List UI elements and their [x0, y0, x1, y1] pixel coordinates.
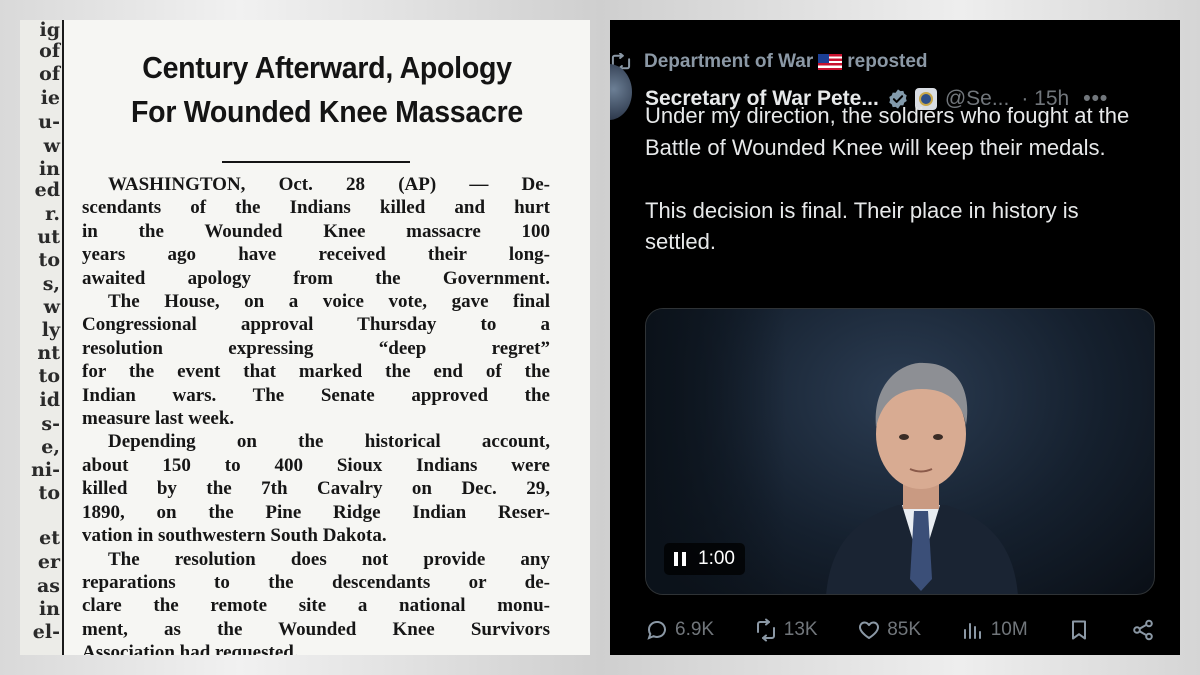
margin-fragment: er — [37, 551, 60, 573]
article-line: resolution expressing “deep regret” — [82, 337, 550, 359]
article-line: Indian wars. The Senate approved the — [82, 384, 550, 406]
margin-fragment: id — [39, 389, 60, 411]
margin-fragment: u- — [38, 111, 60, 133]
article-line: scendants of the Indians killed and hurt — [82, 197, 550, 219]
margin-fragment: ly — [41, 319, 60, 341]
video-controls[interactable]: 1:00 — [664, 543, 745, 575]
newspaper-clipping: ig of of ie u- w in ed r. ut to s, w ly … — [20, 20, 590, 655]
view-count: 10M — [990, 619, 1028, 640]
article-line: Congressional approval Thursday to a — [82, 314, 550, 336]
margin-fragment: to — [38, 365, 60, 387]
like-count: 85K — [887, 619, 922, 640]
article-line: The House, on a voice vote, gave final — [108, 291, 550, 313]
pause-icon[interactable] — [674, 552, 686, 566]
article-line: ment, as the Wounded Knee Survivors — [82, 618, 550, 640]
article-line: reparations to the descendants or de- — [82, 571, 550, 593]
tweet-action-bar: 6.9K 13K 85K 10M — [645, 616, 1155, 644]
headline-line: For Wounded Knee Massacre — [131, 94, 523, 129]
margin-fragment: nt — [37, 342, 60, 364]
repost-context[interactable]: Department of War reposted — [610, 50, 928, 74]
margin-fragment: s- — [41, 413, 60, 435]
margin-fragment: to — [38, 482, 60, 504]
article-line: clare the remote site a national monu- — [82, 595, 550, 617]
tweet-paragraph: This decision is final. Their place in h… — [645, 197, 1079, 255]
analytics-icon — [963, 623, 981, 639]
margin-fragment: of — [39, 40, 60, 62]
article-line: years ago have received their long- — [82, 244, 550, 266]
repost-count: 13K — [783, 619, 818, 640]
article-line: in the Wounded Knee massacre 100 — [82, 220, 550, 242]
margin-fragment: of — [39, 63, 60, 85]
margin-fragment: s, — [42, 273, 60, 295]
margin-fragment: to — [38, 249, 60, 271]
share-button[interactable] — [1131, 618, 1155, 642]
article-line: about 150 to 400 Sioux Indians were — [82, 454, 550, 476]
adjacent-column-fragment: ig of of ie u- w in ed r. ut to s, w ly … — [20, 20, 64, 655]
article-line: awaited apology from the Government. — [82, 267, 550, 289]
views-button[interactable]: 10M — [961, 618, 1028, 642]
margin-fragment: e, — [41, 436, 60, 458]
repost-label: reposted — [847, 51, 928, 72]
us-flag-icon — [818, 54, 843, 70]
headline-line: Century Afterward, Apology — [142, 50, 512, 85]
article-line: Depending on the historical account, — [108, 431, 550, 453]
share-icon — [1133, 619, 1153, 641]
margin-fragment: el- — [32, 621, 60, 643]
margin-fragment: ed — [34, 179, 60, 201]
article-line: WASHINGTON, Oct. 28 (AP) — De- — [108, 174, 550, 195]
video-duration: 1:00 — [698, 548, 735, 569]
margin-fragment: w — [43, 296, 60, 318]
article-line: The resolution does not provide any — [108, 548, 550, 570]
margin-fragment: ie — [40, 87, 60, 109]
video-player[interactable]: 1:00 — [645, 308, 1155, 595]
margin-fragment: et — [39, 527, 60, 549]
margin-fragment: ut — [37, 226, 60, 248]
tweet-paragraph: Under my direction, the soldiers who fou… — [645, 103, 1130, 160]
article-line: killed by the 7th Cavalry on Dec. 29, — [82, 478, 550, 500]
repost-account-name[interactable]: Department of War — [644, 51, 813, 73]
like-button[interactable]: 85K — [857, 618, 921, 642]
article-line: measure last week. — [82, 408, 235, 430]
reply-icon — [647, 621, 666, 640]
article-line: vation in southwestern South Dakota. — [82, 525, 387, 547]
article-line: for the event that marked the end of the — [82, 361, 550, 383]
reply-count: 6.9K — [675, 619, 715, 640]
margin-fragment: r. — [45, 203, 60, 225]
heart-icon — [859, 621, 880, 639]
article-line: Association had requested. — [82, 642, 299, 655]
margin-fragment: w — [43, 135, 60, 157]
repost-button[interactable]: 13K — [754, 618, 818, 642]
margin-fragment: as — [36, 575, 60, 597]
tweet-text: Under my direction, the soldiers who fou… — [645, 100, 1145, 258]
headline-rule — [222, 161, 410, 163]
article-body: WASHINGTON, Oct. 28 (AP) — De- scendants… — [82, 173, 550, 655]
bookmark-button[interactable] — [1067, 618, 1091, 642]
article-line: 1890, on the Pine Ridge Indian Reser- — [82, 501, 550, 523]
margin-fragment: ig — [39, 20, 60, 41]
reply-button[interactable]: 6.9K — [645, 618, 714, 642]
margin-fragment: ni- — [31, 459, 60, 481]
tweet-card[interactable]: Department of War reposted Secretary of … — [610, 20, 1180, 655]
margin-fragment: in — [38, 158, 60, 180]
repost-icon — [756, 618, 775, 642]
video-frame-person — [826, 362, 1018, 594]
article-headline: Century Afterward, Apology For Wounded K… — [92, 46, 561, 134]
margin-fragment: in — [38, 598, 60, 620]
bookmark-icon — [1072, 620, 1087, 640]
